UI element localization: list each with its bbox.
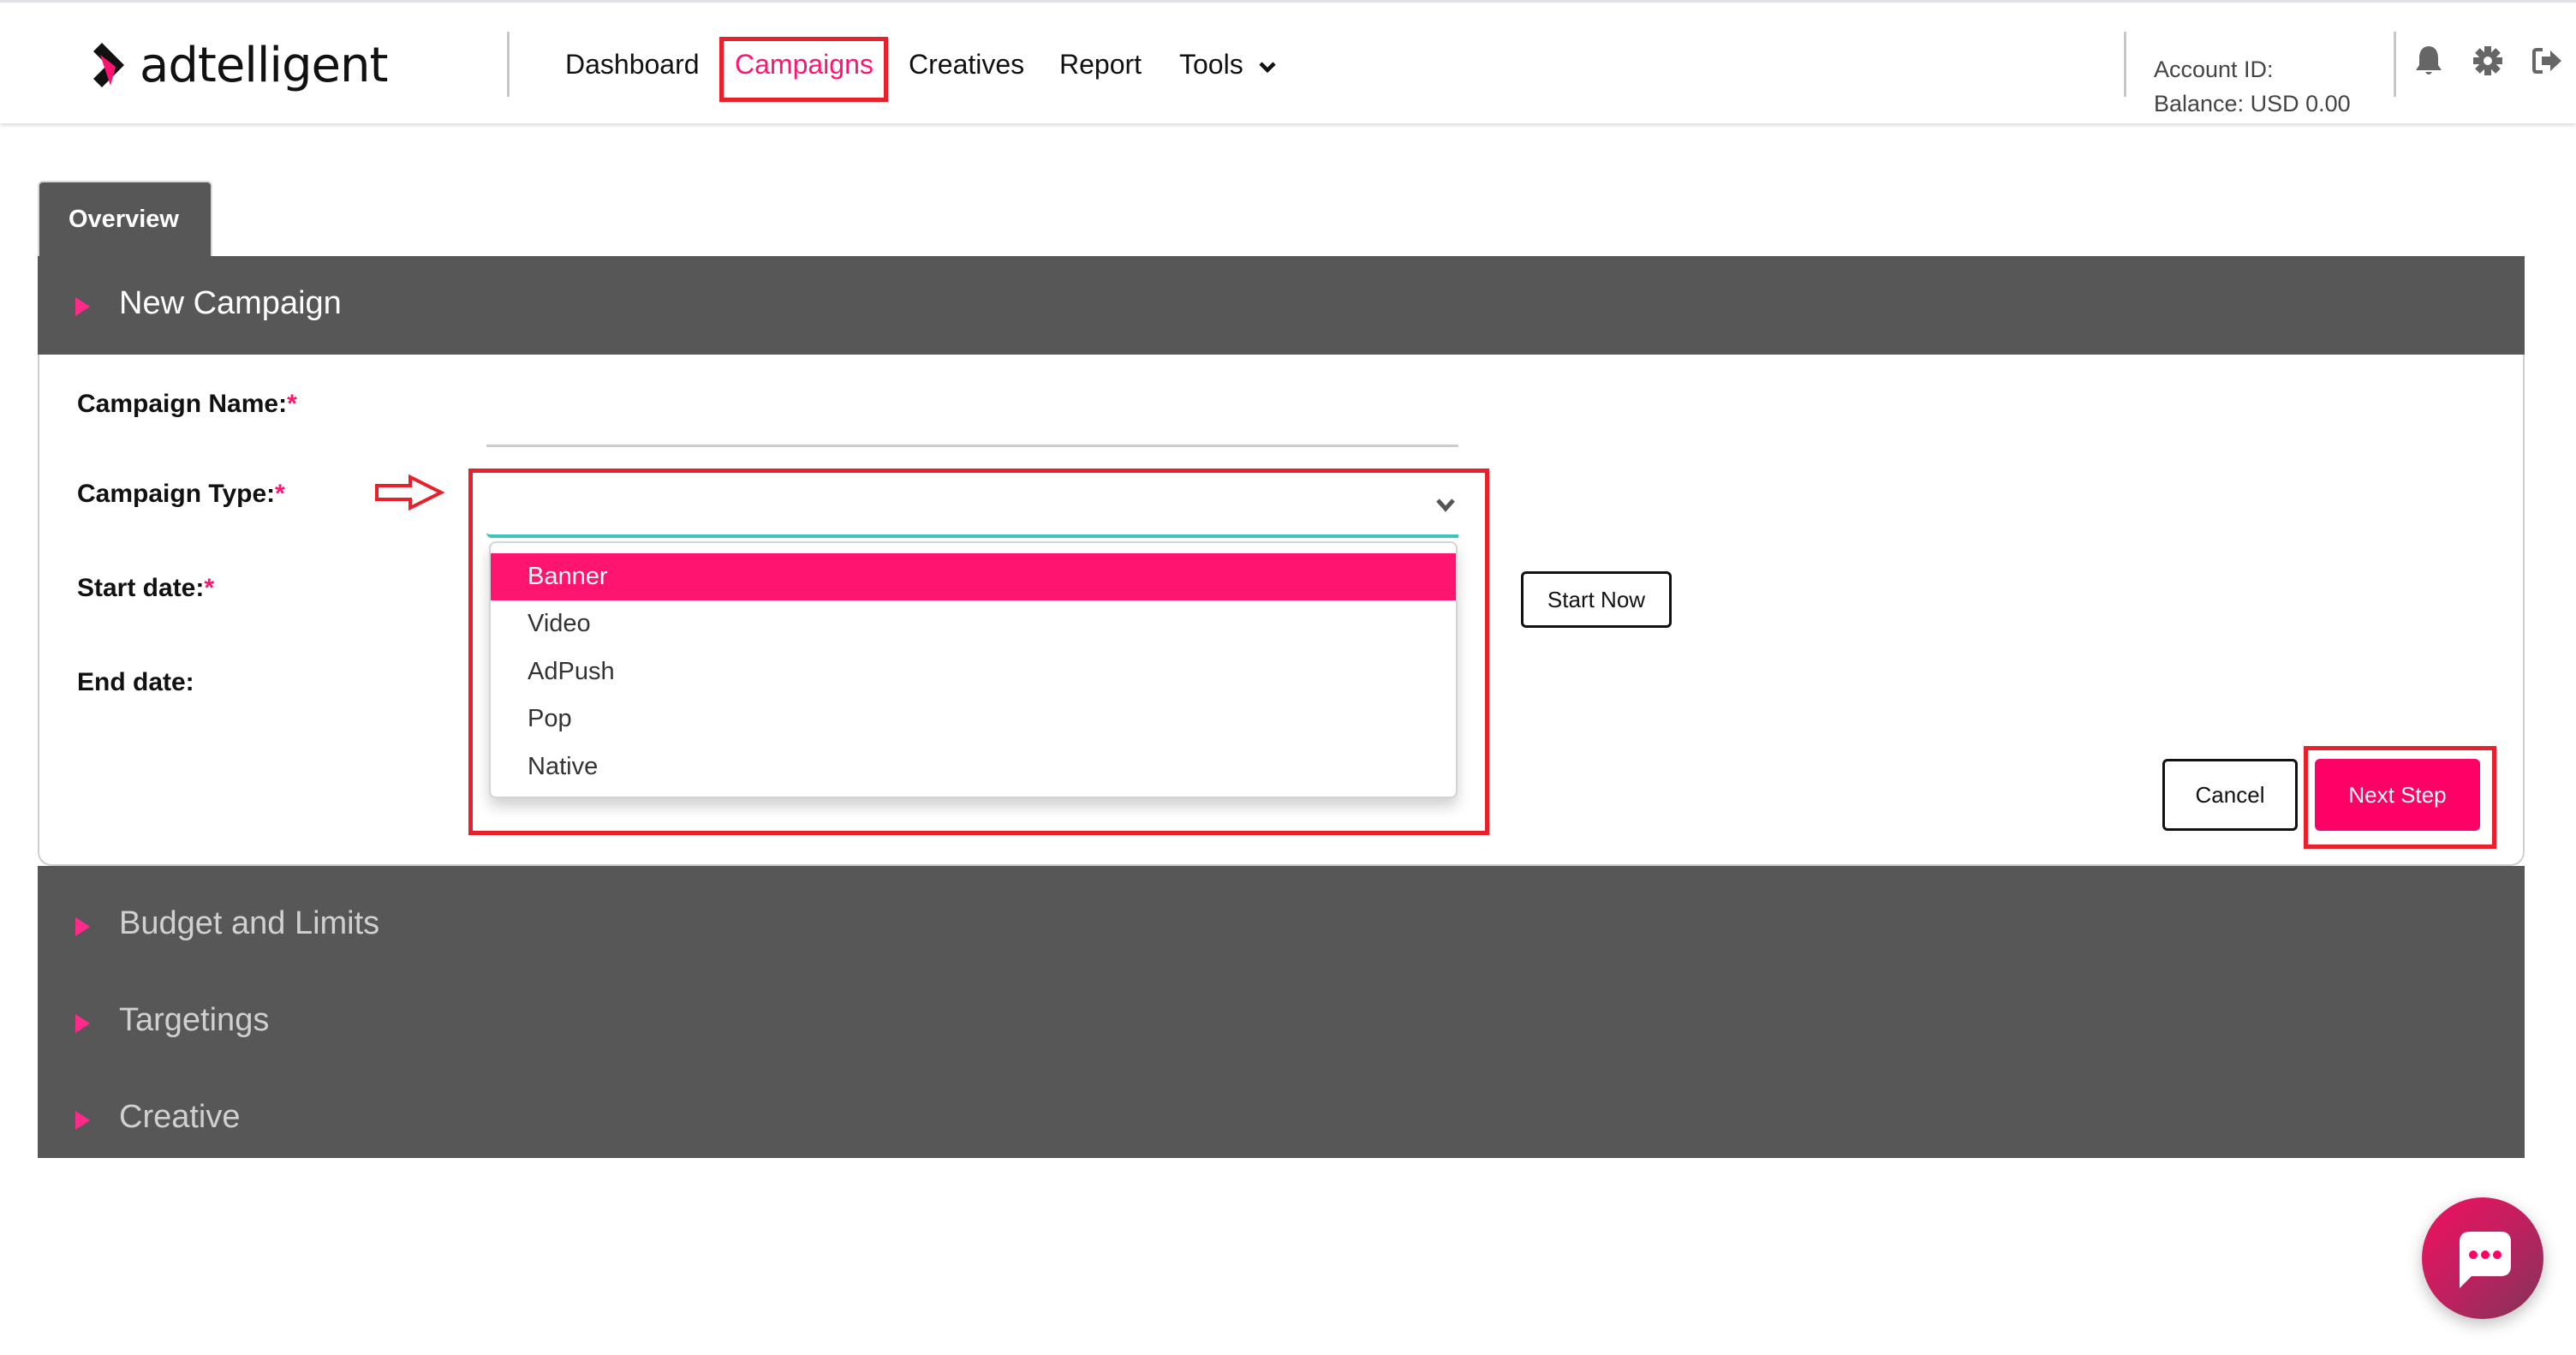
header-divider-icons — [2394, 32, 2396, 97]
section-targetings-title: Targetings — [119, 1002, 270, 1038]
section-new-campaign-title: New Campaign — [119, 285, 342, 321]
required-mark: * — [275, 480, 285, 508]
start-now-button[interactable]: Start Now — [1521, 571, 1672, 628]
expand-triangle-icon — [75, 917, 90, 936]
required-mark: * — [204, 574, 215, 602]
top-header: adtelligent Dashboard Campaigns Creative… — [0, 0, 2576, 123]
cancel-button[interactable]: Cancel — [2162, 759, 2298, 831]
section-creative-title: Creative — [119, 1099, 241, 1135]
account-balance: Balance: USD 0.00 — [2154, 91, 2351, 116]
header-divider-right — [2124, 32, 2126, 97]
expand-triangle-icon — [75, 297, 90, 316]
tab-overview-label: Overview — [69, 206, 179, 233]
logout-icon[interactable] — [2531, 44, 2565, 78]
section-new-campaign-header[interactable]: New Campaign — [38, 280, 2525, 331]
annotation-arrow-icon — [375, 475, 444, 510]
annotation-highlight-campaigns — [719, 37, 888, 102]
section-creative-header[interactable]: Creative — [38, 1095, 2525, 1147]
tab-overview[interactable]: Overview — [38, 181, 212, 260]
logo-text: adtelligent — [140, 37, 388, 93]
end-date-label: End date: — [77, 668, 194, 696]
nav-tools-label: Tools — [1179, 49, 1243, 80]
account-id: Account ID: — [2154, 57, 2274, 82]
bell-icon[interactable] — [2412, 44, 2446, 78]
start-date-label: Start date:* — [77, 574, 214, 603]
collapsed-sections: Budget and Limits Targetings Creative — [38, 866, 2525, 1158]
start-date-label-text: Start date: — [77, 574, 205, 602]
nav-report[interactable]: Report — [1059, 49, 1142, 81]
section-targetings-header[interactable]: Targetings — [38, 999, 2525, 1050]
nav-dashboard[interactable]: Dashboard — [565, 49, 700, 81]
section-budget-title: Budget and Limits — [119, 905, 380, 941]
campaign-name-input[interactable] — [486, 403, 1458, 447]
logo[interactable]: adtelligent — [90, 35, 388, 95]
section-budget-header[interactable]: Budget and Limits — [38, 902, 2525, 953]
campaign-name-label: Campaign Name:* — [77, 390, 297, 419]
account-info: Account ID: Balance: USD 0.00 — [2154, 52, 2351, 121]
chat-widget-button[interactable] — [2422, 1197, 2543, 1319]
gear-icon[interactable] — [2471, 44, 2505, 78]
chevron-down-icon — [1259, 61, 1276, 73]
nav-tools[interactable]: Tools — [1179, 49, 1277, 81]
campaign-type-label: Campaign Type:* — [77, 480, 285, 509]
nav-creatives[interactable]: Creatives — [909, 49, 1024, 81]
annotation-highlight-next-step — [2304, 746, 2496, 849]
expand-triangle-icon — [75, 1111, 90, 1130]
section-new-campaign: New Campaign — [38, 256, 2525, 355]
expand-triangle-icon — [75, 1014, 90, 1033]
campaign-type-label-text: Campaign Type: — [77, 480, 276, 508]
campaign-name-label-text: Campaign Name: — [77, 390, 288, 418]
chat-bubble-icon — [2460, 1232, 2511, 1288]
required-mark: * — [287, 390, 297, 418]
header-divider — [507, 32, 510, 97]
adtelligent-logo-icon — [93, 43, 124, 87]
annotation-highlight-dropdown — [468, 469, 1489, 835]
